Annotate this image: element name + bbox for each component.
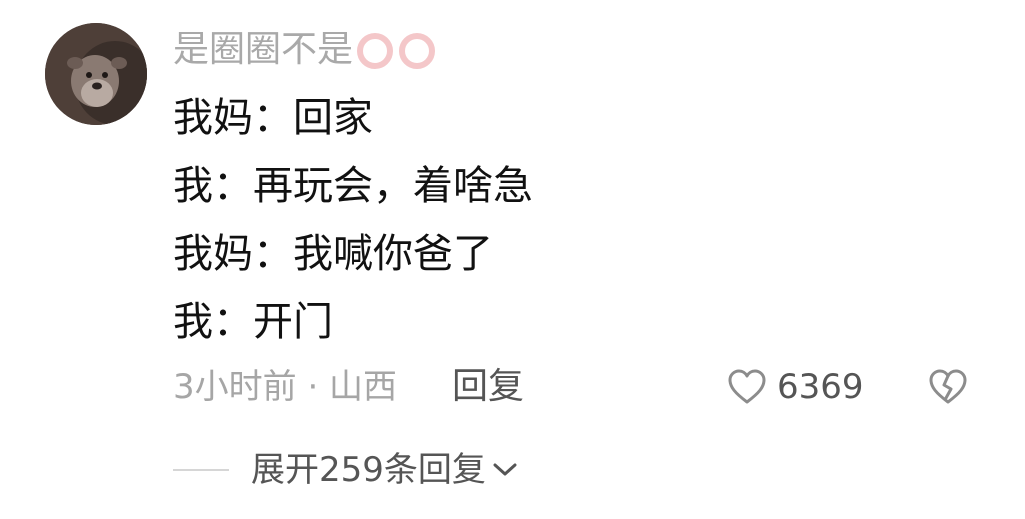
reply-button[interactable]: 回复 [452, 362, 524, 412]
username[interactable]: 是圈圈不是 [173, 25, 439, 75]
comment-line: 我妈：我喊你爸了 [173, 231, 493, 277]
username-text: 是圈圈不是 [173, 29, 354, 70]
comment-body: 我妈：回家 我：再玩会，着啥急 我妈：我喊你爸了 我：开门 [173, 84, 533, 356]
like-count: 6369 [777, 367, 864, 407]
expand-replies-label: 展开259条回复 [251, 450, 486, 490]
dislike-button[interactable] [928, 365, 968, 409]
heart-outline-icon [728, 369, 766, 404]
comment-line: 我：再玩会，着啥急 [173, 163, 533, 209]
pink-rings-icon [357, 33, 436, 69]
avatar[interactable] [45, 23, 147, 125]
expand-replies-button[interactable]: 展开259条回复 [173, 445, 518, 495]
comment-line: 我妈：回家 [173, 95, 373, 141]
divider-line [173, 469, 229, 471]
chevron-down-icon [492, 461, 518, 479]
broken-heart-icon [929, 369, 967, 404]
comment-line: 我：开门 [173, 299, 333, 345]
time-location: 3小时前 · 山西 [173, 367, 398, 407]
like-button[interactable]: 6369 [727, 362, 864, 412]
